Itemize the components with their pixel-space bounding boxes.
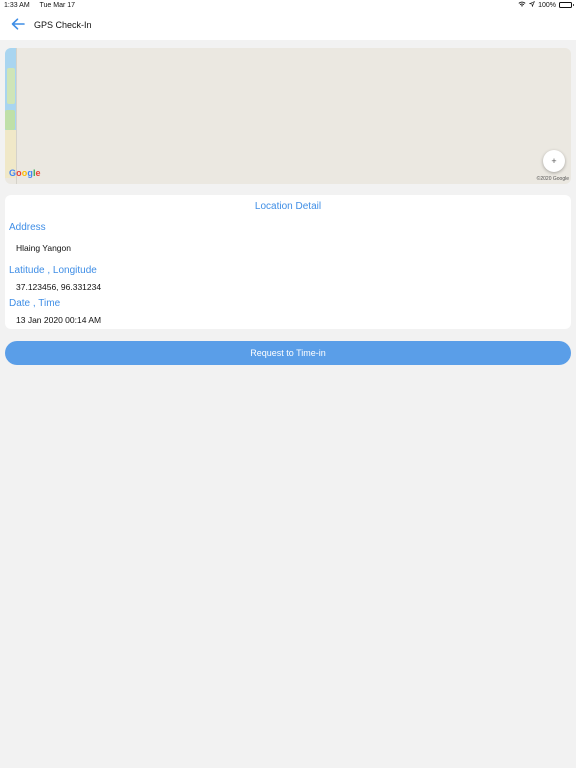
status-right: 100% [518,1,574,9]
battery-icon [559,2,574,8]
zoom-in-button[interactable]: + [543,150,565,172]
address-label: Address [9,222,46,233]
status-left: 1:33 AM Tue Mar 17 [4,2,83,9]
battery-percent: 100% [538,1,556,9]
google-logo: Google [9,168,41,178]
plus-icon: + [551,156,557,166]
map-view[interactable]: Google + ©2020 Google [5,48,571,184]
location-arrow-icon [528,1,536,9]
status-date: Tue Mar 17 [39,2,76,9]
card-title: Location Detail [254,201,322,212]
arrow-left-icon [11,17,25,35]
map-terrain [5,48,17,184]
latlng-value: 37.123456, 96.331234 [16,282,102,292]
datetime-value: 13 Jan 2020 00:14 AM [16,315,102,325]
request-time-in-button[interactable]: Request to Time-in [5,341,571,365]
map-copyright: ©2020 Google [536,176,569,182]
wifi-icon [518,1,526,9]
location-detail-card: Location Detail Address Hlaing Yangon La… [5,195,571,329]
status-time: 1:33 AM [4,2,30,9]
address-value: Hlaing Yangon [16,243,71,253]
latlng-label: Latitude , Longitude [9,265,97,276]
status-bar: 1:33 AM Tue Mar 17 100% [0,0,576,12]
back-button[interactable] [8,16,28,36]
datetime-label: Date , Time [9,298,61,309]
page-title: GPS Check-In [34,20,92,30]
navigation-bar: GPS Check-In [0,12,576,40]
